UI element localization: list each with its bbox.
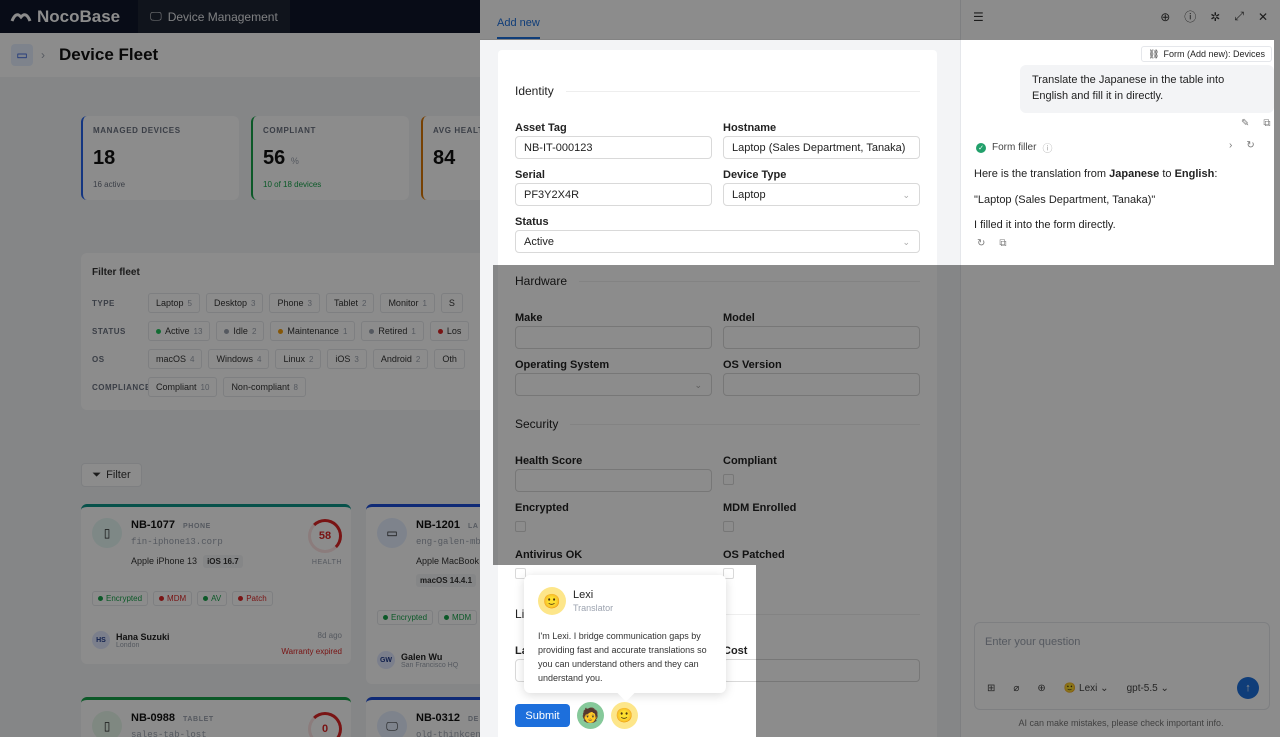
submit-button[interactable]: Submit (515, 704, 570, 727)
asset-tag-input[interactable]: NB-IT-000123 (515, 136, 712, 159)
dim-overlay (960, 0, 1280, 40)
lexi-avatar[interactable]: 🙂 (611, 702, 638, 729)
agent-avatar[interactable]: 🧑 (577, 702, 604, 729)
context-tag-label: Form (Add new): Devices (1163, 49, 1265, 59)
user-message: Translate the Japanese in the table into… (1020, 65, 1274, 113)
edit-icon[interactable]: ✎ (1241, 118, 1249, 129)
tool-name: Form filler (992, 142, 1037, 153)
dim-overlay (480, 0, 960, 40)
hostname-input[interactable]: Laptop (Sales Department, Tanaka) (723, 136, 920, 159)
section-identity: Identity (515, 84, 920, 98)
agent-name: Lexi (573, 589, 594, 601)
chevron-down-icon: ⌄ (902, 190, 910, 200)
dim-overlay (1274, 40, 1280, 265)
agent-popover: 🙂 Lexi Translator I'm Lexi. I bridge com… (524, 575, 726, 702)
link-icon: ⛓ (1148, 48, 1160, 59)
dim-overlay (960, 265, 1280, 737)
serial-label: Serial (515, 169, 545, 181)
refresh-icon[interactable]: ↻ (977, 238, 985, 249)
device-type-select[interactable]: Laptop ⌄ (723, 183, 920, 206)
modal-mask[interactable] (0, 0, 493, 737)
copy-icon[interactable]: ⧉ (1263, 118, 1270, 129)
dim-overlay (493, 265, 960, 565)
device-type-label: Device Type (723, 169, 787, 181)
context-tag[interactable]: ⛓ Form (Add new): Devices (1141, 46, 1272, 62)
tool-actions: › ↻ (1229, 140, 1255, 151)
hostname-label: Hostname (723, 122, 777, 134)
tool-call-form-filler[interactable]: ✓ Form filler ⓘ (976, 140, 1052, 155)
cost-label: Cost (723, 645, 748, 657)
assistant-response-line1: Here is the translation from Japanese to… (974, 168, 1218, 180)
chevron-right-icon[interactable]: › (1229, 140, 1232, 151)
help-icon: ⓘ (1042, 144, 1053, 155)
agent-description: I'm Lexi. I bridge communication gaps by… (538, 631, 707, 683)
assistant-response-line3: I filled it into the form directly. (974, 219, 1116, 231)
copy-icon[interactable]: ⧉ (999, 238, 1006, 249)
response-tools: ↻ ⧉ (977, 238, 1007, 249)
status-label: Status (515, 216, 549, 228)
check-icon: ✓ (976, 142, 986, 153)
serial-input[interactable]: PF3Y2X4R (515, 183, 712, 206)
dim-overlay (756, 565, 960, 737)
app-root: NocoBase 🖵 Device Management ▭ › Device … (0, 0, 1280, 737)
agent-role: Translator (573, 603, 614, 613)
refresh-icon[interactable]: ↻ (1246, 140, 1254, 151)
assistant-response-quote: "Laptop (Sales Department, Tanaka)" (974, 194, 1156, 206)
asset-tag-label: Asset Tag (515, 122, 567, 134)
message-tools: ✎ ⧉ (1241, 118, 1271, 129)
status-select[interactable]: Active ⌄ (515, 230, 920, 253)
chevron-down-icon: ⌄ (902, 237, 910, 247)
lexi-avatar: 🙂 (538, 587, 566, 615)
